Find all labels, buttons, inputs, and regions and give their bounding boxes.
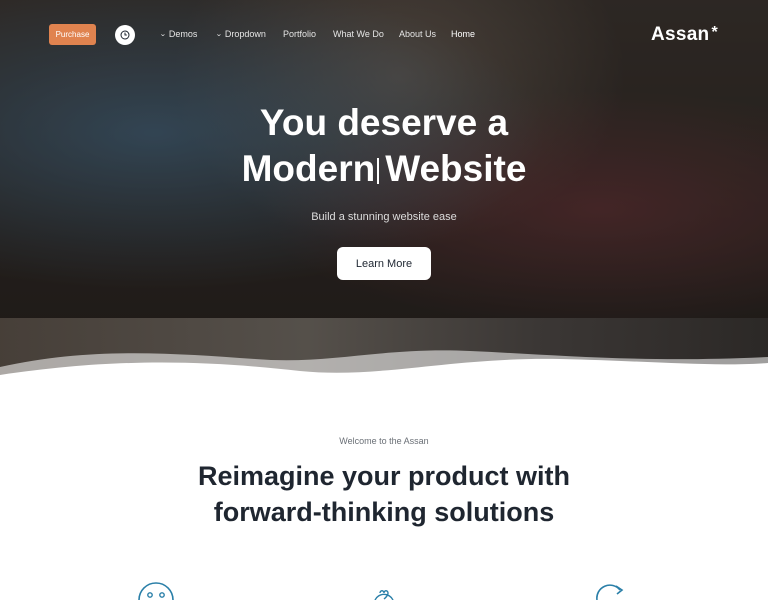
menu-item-label: Demos xyxy=(168,29,198,39)
section-headline: Reimagine your product with forward-thin… xyxy=(0,458,768,530)
menu-item-about-us[interactable]: About Us xyxy=(399,29,436,39)
menu-item-home[interactable]: Home xyxy=(451,29,475,39)
headline-line1: Reimagine your product with xyxy=(197,461,571,491)
logo-mark: * xyxy=(711,24,718,41)
hero-subtitle: Build a stunning website ease xyxy=(311,211,457,223)
purchase-button[interactable]: Purchase xyxy=(49,24,96,45)
chevron-down-icon: ⌄ xyxy=(215,31,223,38)
site-logo[interactable]: Assan * xyxy=(651,24,718,46)
refresh-icon xyxy=(596,584,624,600)
heart-icon xyxy=(374,590,394,600)
smile-icon xyxy=(138,582,174,600)
wave-divider xyxy=(0,350,768,380)
menu-item-label: Dropdown xyxy=(224,29,266,39)
clock-button[interactable] xyxy=(115,25,135,45)
hero-title: You deserve a Modern Website xyxy=(0,100,768,192)
menu-item-portfolio[interactable]: Portfolio xyxy=(283,29,316,39)
chevron-down-icon: ⌄ xyxy=(159,31,167,38)
menu-item-label: What We Do xyxy=(333,29,384,39)
hero-section: Purchase ⌄ Demos ⌄ Dropdown Portfolio Wh… xyxy=(0,0,768,380)
section-eyebrow: Welcome to the Assan xyxy=(339,436,429,446)
menu-item-label: Home xyxy=(451,29,476,39)
top-navigation: Purchase ⌄ Demos ⌄ Dropdown Portfolio Wh… xyxy=(0,0,768,70)
hero-title-line2: Modern Website xyxy=(0,146,768,192)
hero-title-typed-word: Modern xyxy=(241,148,376,189)
menu-item-demos[interactable]: ⌄ Demos xyxy=(159,29,198,39)
menu-item-what-we-do[interactable]: What We Do xyxy=(333,29,384,39)
headline-line2: forward-thinking solutions xyxy=(213,497,555,527)
hero-title-end: Website xyxy=(385,148,527,189)
hero-title-line1: You deserve a xyxy=(259,102,509,143)
menu-item-label: About Us xyxy=(399,29,437,39)
menu-item-dropdown[interactable]: ⌄ Dropdown xyxy=(215,29,266,39)
logo-text: Assan xyxy=(650,24,710,45)
learn-more-button[interactable]: Learn More xyxy=(337,247,431,280)
typing-cursor xyxy=(377,158,380,184)
clock-icon xyxy=(120,30,130,40)
menu-item-label: Portfolio xyxy=(283,29,317,39)
